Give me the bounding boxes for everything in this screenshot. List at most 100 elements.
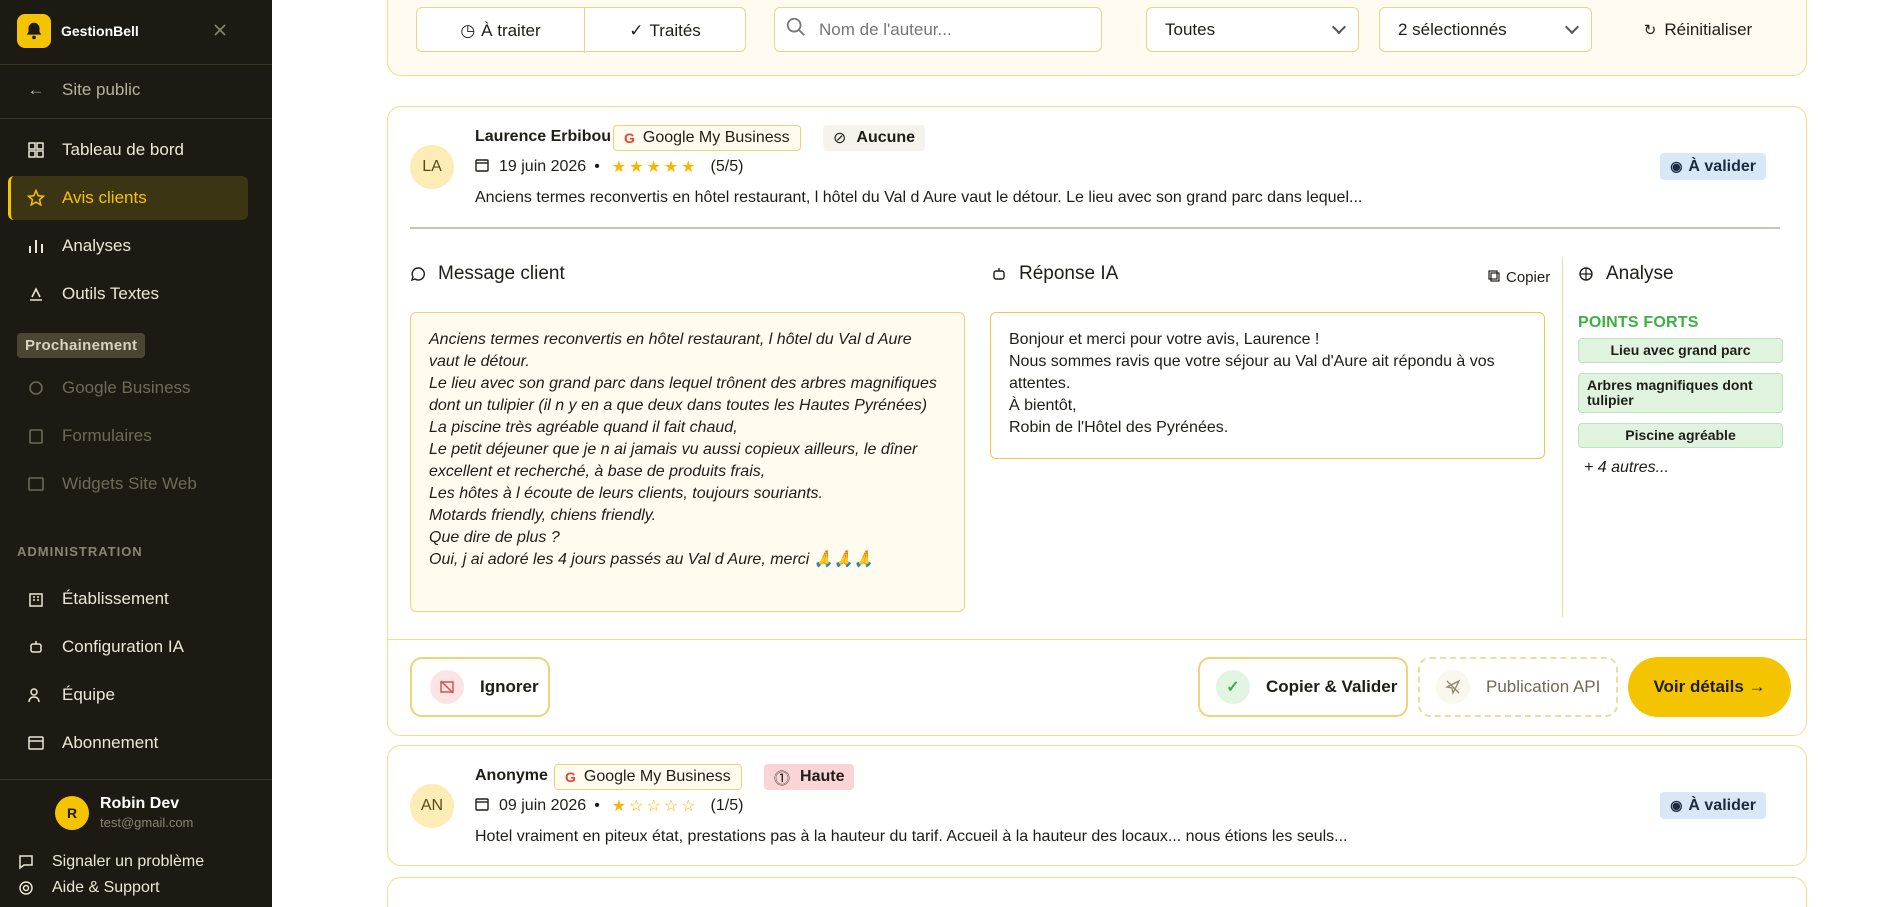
- google-icon: [26, 378, 46, 398]
- section-label: Réponse IA: [1019, 263, 1119, 284]
- tab-label: Traités: [649, 20, 701, 40]
- search-input[interactable]: [819, 19, 1069, 40]
- text-tools-icon: [26, 284, 46, 304]
- source-label: Google My Business: [642, 129, 790, 146]
- copy-label: Copier: [1506, 269, 1551, 286]
- more-strengths[interactable]: + 4 autres...: [1584, 459, 1669, 477]
- response-line: À bientôt,: [1009, 397, 1077, 414]
- strength-tag: Arbres magnifiques dont tulipier: [1578, 373, 1783, 413]
- sidebar-item-text-tools[interactable]: Outils Textes: [8, 272, 248, 316]
- button-label: Ignorer: [480, 677, 539, 696]
- sidebar-item-label: Formulaires: [62, 426, 152, 445]
- brand[interactable]: GestionBell: [17, 14, 139, 48]
- bar-chart-icon: [26, 236, 46, 256]
- api-publish-button[interactable]: Publication API: [1418, 657, 1618, 717]
- sidebar-item-analytics[interactable]: Analyses: [8, 224, 248, 268]
- report-problem-link[interactable]: Signaler un problème: [16, 850, 204, 874]
- ignore-icon: [430, 670, 464, 704]
- sidebar-item-establishment[interactable]: Établissement: [8, 577, 248, 621]
- help-support-link[interactable]: Aide & Support: [16, 876, 160, 900]
- sidebar-item-label: Abonnement: [62, 733, 159, 752]
- refresh-icon: ↻: [1643, 21, 1657, 39]
- source-badge: G Google My Business: [554, 764, 742, 790]
- coming-soon-badge: Prochainement: [17, 333, 146, 358]
- alert-circle-icon: ⓵: [774, 771, 791, 788]
- copy-icon: [1488, 269, 1500, 286]
- sidebar-item-label: Google Business: [62, 378, 191, 397]
- review-meta: 09 juin 2026 • ★☆☆☆☆ (1/5): [475, 796, 743, 816]
- sidebar-item-label: Tableau de bord: [62, 140, 184, 159]
- tab-to-process[interactable]: ◷ À traiter: [417, 8, 585, 53]
- ai-response-box[interactable]: Bonjour et merci pour votre avis, Lauren…: [990, 312, 1545, 459]
- google-icon: G: [624, 130, 635, 146]
- tab-processed[interactable]: ✓ Traités: [585, 8, 745, 53]
- message-line: La piscine très agréable quand il fait c…: [429, 419, 738, 436]
- chevron-down-icon: [1564, 19, 1580, 34]
- search-icon: [785, 16, 807, 43]
- sidebar-item-label: Équipe: [62, 685, 115, 704]
- sidebar-item-label: Analyses: [62, 236, 131, 255]
- credit-card-icon: [26, 733, 46, 753]
- sidebar-item-dashboard[interactable]: Tableau de bord: [8, 128, 248, 172]
- grid-icon: [26, 140, 46, 160]
- select-value: Toutes: [1165, 19, 1216, 39]
- section-label: Analyse: [1606, 263, 1674, 284]
- sidebar-item-subscription[interactable]: Abonnement: [8, 721, 248, 765]
- ai-response-title: Réponse IA: [991, 263, 1118, 285]
- rating-stars: ★★★★★: [611, 159, 699, 176]
- lifebuoy-icon: [16, 880, 36, 896]
- user-profile[interactable]: R Robin Dev test@gmail.com: [55, 795, 193, 830]
- main-content: ◷ À traiter ✓ Traités Toutes 2 sélection…: [272, 0, 1889, 907]
- message-line: Le petit déjeuner que je n ai jamais vu …: [429, 441, 918, 480]
- sidebar-divider: [0, 779, 272, 780]
- analysis-title: Analyse: [1578, 263, 1674, 285]
- collapse-sidebar-icon[interactable]: [210, 20, 230, 40]
- message-line: Anciens termes reconvertis en hôtel rest…: [429, 331, 912, 370]
- multi-select[interactable]: 2 sélectionnés: [1379, 7, 1592, 52]
- source-label: Google My Business: [583, 768, 731, 785]
- message-circle-icon: [410, 266, 426, 282]
- strength-tag: Lieu avec grand parc: [1578, 338, 1783, 363]
- status-tabs: ◷ À traiter ✓ Traités: [416, 7, 746, 53]
- sidebar-item-forms: Formulaires: [8, 414, 248, 458]
- sidebar-item-google-business: Google Business: [8, 366, 248, 410]
- sidebar-item-team[interactable]: Équipe: [8, 673, 248, 717]
- reset-button[interactable]: ↻ Réinitialiser: [1613, 7, 1783, 52]
- sidebar-item-label: Avis clients: [62, 188, 147, 207]
- message-line: Oui, j ai adoré les 4 jours passés au Va…: [429, 551, 874, 568]
- select-value: 2 sélectionnés: [1398, 19, 1507, 39]
- user-email: test@gmail.com: [100, 815, 194, 830]
- bell-logo-icon: [17, 14, 51, 48]
- sidebar-item-label: Site public: [62, 80, 141, 99]
- platform-select[interactable]: Toutes: [1146, 7, 1359, 52]
- user-name: Robin Dev: [100, 795, 180, 812]
- sidebar-item-public-site[interactable]: ← Site public: [8, 68, 248, 112]
- rating-value: (1/5): [710, 797, 744, 814]
- clipboard-icon: [26, 426, 46, 446]
- priority-badge: ⓵ Haute: [764, 764, 855, 790]
- view-details-button[interactable]: Voir détails →: [1628, 657, 1791, 717]
- button-label: Publication API: [1486, 677, 1601, 696]
- source-badge: G Google My Business: [613, 125, 801, 151]
- review-meta: 19 juin 2026 • ★★★★★ (5/5): [475, 157, 743, 177]
- copy-validate-button[interactable]: ✓ Copier & Valider: [1198, 657, 1408, 717]
- status-badge: ◉ À valider: [1660, 792, 1766, 819]
- robot-icon: [26, 637, 46, 657]
- sidebar-item-label: Widgets Site Web: [62, 474, 197, 493]
- ignore-button[interactable]: Ignorer: [410, 657, 550, 717]
- button-label: Voir détails →: [1653, 677, 1766, 696]
- admin-section-title: ADMINISTRATION: [17, 544, 143, 559]
- message-line: Le lieu avec son grand parc dans lequel …: [429, 375, 937, 414]
- review-excerpt: Anciens termes reconvertis en hôtel rest…: [475, 189, 1363, 206]
- sidebar-item-label: Établissement: [62, 589, 169, 608]
- arrow-left-icon: ←: [27, 80, 45, 99]
- message-alert-icon: [16, 854, 36, 870]
- sidebar-item-ai-config[interactable]: Configuration IA: [8, 625, 248, 669]
- copy-button[interactable]: Copier: [1488, 269, 1550, 286]
- calendar-icon: [475, 158, 489, 177]
- author-search[interactable]: [774, 7, 1102, 52]
- reviewer-avatar: LA: [410, 145, 454, 189]
- chevron-down-icon: [1331, 19, 1347, 34]
- sidebar-item-reviews[interactable]: Avis clients: [8, 176, 248, 220]
- status-badge: ◉ À valider: [1660, 153, 1766, 180]
